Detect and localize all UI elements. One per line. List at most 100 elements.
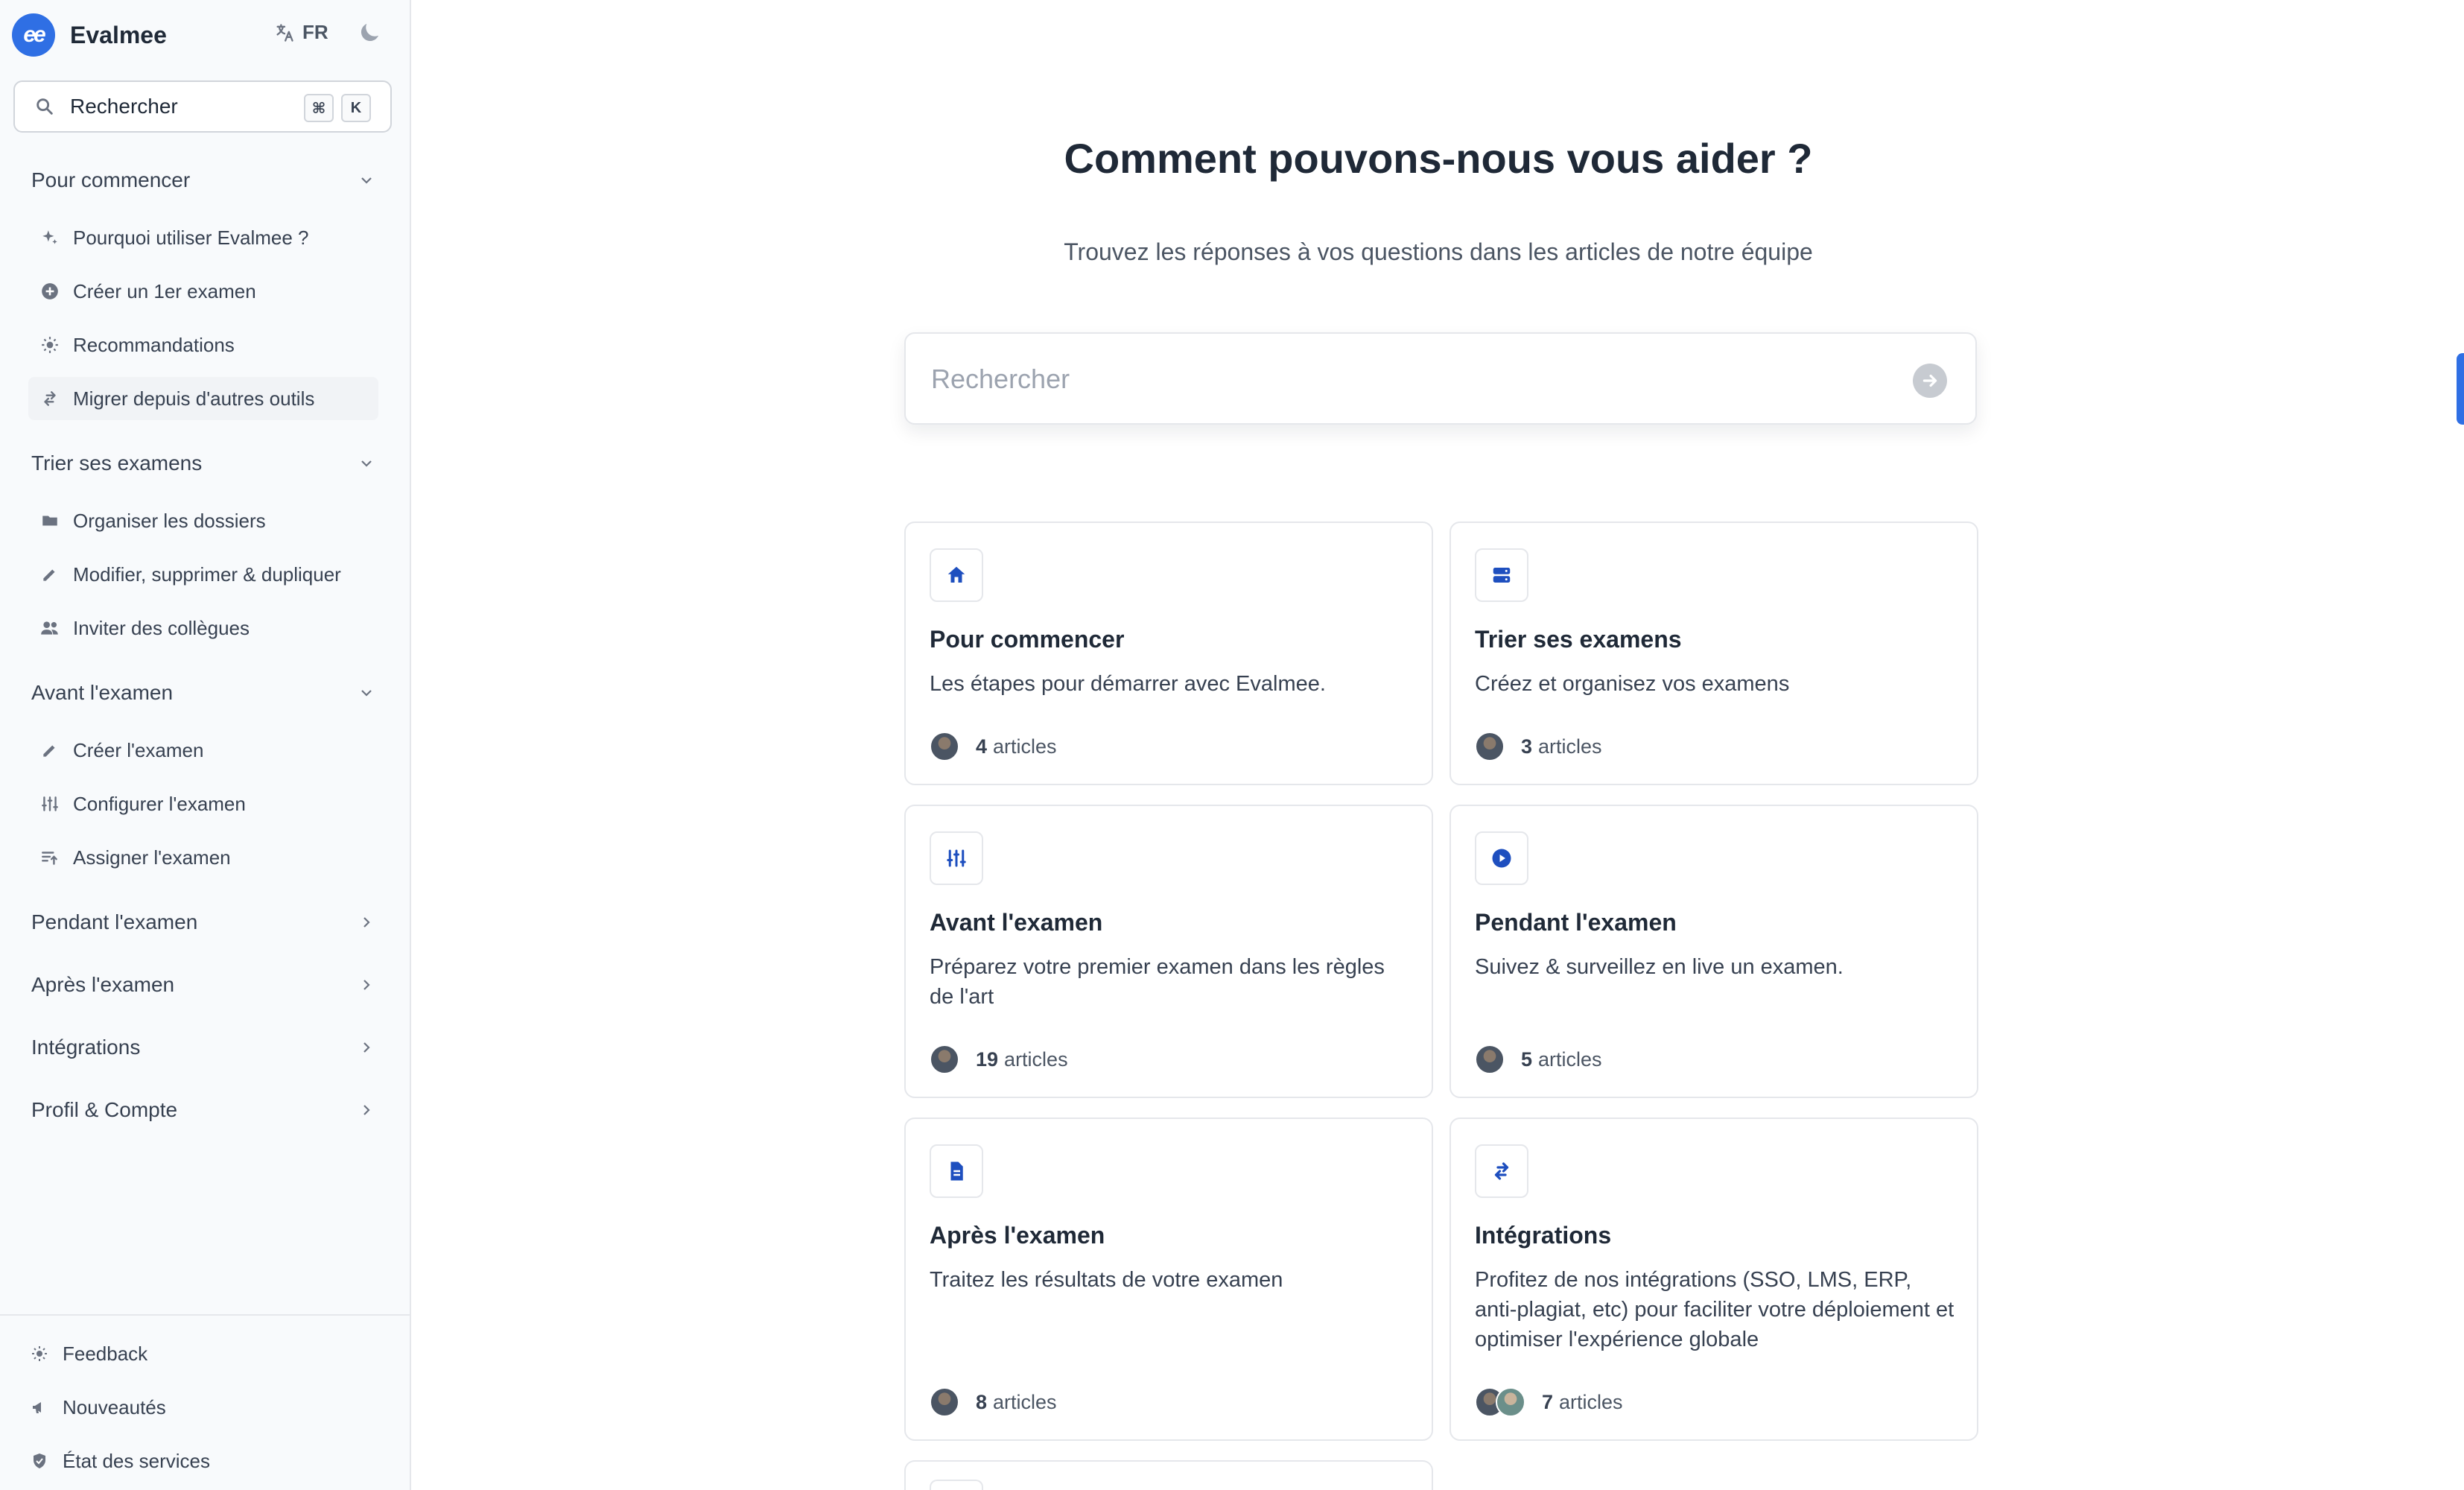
- nav-section-trier[interactable]: Trier ses examens: [31, 451, 375, 475]
- nav-section-pour-commencer[interactable]: Pour commencer: [31, 168, 375, 192]
- card-footer: 4 articles: [930, 732, 1057, 761]
- sidebar-search[interactable]: Rechercher ⌘ K: [13, 80, 392, 133]
- status-label: État des services: [63, 1449, 210, 1472]
- nav-section-avant[interactable]: Avant l'examen: [31, 681, 375, 705]
- category-card-integrations[interactable]: Intégrations Profitez de nos intégration…: [1449, 1118, 1978, 1441]
- chevron-right-icon: [363, 980, 370, 990]
- nav-item-recommandations[interactable]: Recommandations: [28, 323, 378, 367]
- nav-section-label: Profil & Compte: [31, 1098, 178, 1121]
- nav-item-inviter[interactable]: Inviter des collègues: [28, 606, 378, 650]
- main-content: Comment pouvons-nous vous aider ? Trouve…: [413, 0, 2464, 1490]
- nav-section-apres[interactable]: Après l'examen: [31, 973, 375, 997]
- pencil-icon: [39, 741, 61, 760]
- category-card-avant[interactable]: Avant l'examen Préparez votre premier ex…: [904, 805, 1433, 1098]
- category-card-pour-commencer[interactable]: Pour commencer Les étapes pour démarrer …: [904, 522, 1433, 785]
- card-title: Pendant l'examen: [1475, 909, 1677, 936]
- article-count-label: articles: [993, 735, 1057, 758]
- main-search-input[interactable]: Rechercher: [904, 332, 1977, 425]
- avatar: [1475, 1044, 1505, 1074]
- sidebar-footer: Feedback Nouveautés État des services: [0, 1314, 411, 1490]
- feedback-label: Feedback: [63, 1342, 148, 1365]
- nav-item-label: Recommandations: [73, 333, 235, 356]
- feedback-link[interactable]: Feedback: [28, 1335, 147, 1372]
- kbd-k: K: [341, 94, 371, 122]
- article-count: 19: [976, 1047, 999, 1071]
- nav-item-label: Assigner l'examen: [73, 846, 231, 869]
- brand[interactable]: ee Evalmee: [12, 12, 167, 58]
- megaphone-icon: [28, 1398, 51, 1416]
- card-title: Trier ses examens: [1475, 626, 1682, 653]
- nav-item-label: Configurer l'examen: [73, 792, 246, 815]
- theme-toggle[interactable]: [356, 19, 383, 50]
- nav-item-label: Créer un 1er examen: [73, 279, 256, 302]
- main-search-placeholder: Rechercher: [931, 364, 1070, 394]
- moon-icon: [361, 24, 378, 42]
- nav-item-organiser[interactable]: Organiser les dossiers: [28, 499, 378, 542]
- nav-section-profil[interactable]: Profil & Compte: [31, 1098, 375, 1122]
- article-count-label: articles: [1538, 735, 1602, 758]
- lightbulb-icon: [39, 335, 61, 355]
- news-label: Nouveautés: [63, 1395, 166, 1418]
- category-card-apres[interactable]: Après l'examen Traitez les résultats de …: [904, 1118, 1433, 1441]
- nav-section-label: Trier ses examens: [31, 451, 203, 475]
- nav-item-creer-examen[interactable]: Créer l'examen: [28, 729, 378, 772]
- avatar: [930, 732, 959, 761]
- nav-item-migrer[interactable]: Migrer depuis d'autres outils: [28, 377, 378, 420]
- article-count-label: articles: [1538, 1047, 1602, 1071]
- article-count: 7: [1542, 1390, 1554, 1413]
- chevron-right-icon: [363, 1042, 370, 1053]
- nav-item-creer-1er[interactable]: Créer un 1er examen: [28, 270, 378, 313]
- lightbulb-icon: [28, 1345, 51, 1363]
- swap-icon: [39, 389, 61, 408]
- sidebar: ee Evalmee FR Rechercher ⌘ K Pour commen…: [0, 0, 411, 1490]
- article-count-label: articles: [1004, 1047, 1068, 1071]
- card-title: Après l'examen: [930, 1222, 1105, 1249]
- chevron-down-icon: [361, 690, 372, 697]
- category-card-trier[interactable]: Trier ses examens Créez et organisez vos…: [1449, 522, 1978, 785]
- scroll-indicator[interactable]: [2457, 353, 2464, 425]
- search-icon: [36, 98, 53, 115]
- article-count: 8: [976, 1390, 988, 1413]
- evalmee-logo: ee: [12, 13, 55, 57]
- status-link[interactable]: État des services: [28, 1442, 210, 1480]
- swap-icon: [1475, 1144, 1528, 1198]
- category-card-pendant[interactable]: Pendant l'examen Suivez & surveillez en …: [1449, 805, 1978, 1098]
- folder-icon: [39, 511, 61, 530]
- news-link[interactable]: Nouveautés: [28, 1389, 166, 1426]
- sliders-icon: [39, 794, 61, 814]
- nav-item-pourquoi[interactable]: Pourquoi utiliser Evalmee ?: [28, 216, 378, 259]
- arrow-right-icon[interactable]: [1913, 364, 1947, 398]
- chevron-right-icon: [363, 917, 370, 928]
- nav-item-label: Migrer depuis d'autres outils: [73, 387, 315, 410]
- avatar: [930, 1044, 959, 1074]
- nav-item-label: Créer l'examen: [73, 738, 204, 761]
- language-code: FR: [302, 21, 328, 43]
- card-icon-box: [930, 1480, 983, 1490]
- chevron-down-icon: [361, 177, 372, 184]
- nav-item-assigner[interactable]: Assigner l'examen: [28, 836, 378, 879]
- nav-item-modifier[interactable]: Modifier, supprimer & dupliquer: [28, 553, 378, 596]
- nav-section-pendant[interactable]: Pendant l'examen: [31, 910, 375, 934]
- chevron-right-icon: [363, 1105, 370, 1115]
- sidebar-search-placeholder: Rechercher: [70, 95, 178, 118]
- card-footer: 8 articles: [930, 1387, 1057, 1417]
- article-count: 3: [1521, 735, 1533, 758]
- home-icon: [930, 548, 983, 602]
- article-count: 4: [976, 735, 988, 758]
- nav-item-configurer[interactable]: Configurer l'examen: [28, 782, 378, 825]
- card-footer: 19 articles: [930, 1044, 1068, 1074]
- category-card-partial[interactable]: [904, 1460, 1433, 1490]
- card-description: Les étapes pour démarrer avec Evalmee.: [930, 672, 1326, 696]
- shield-check-icon: [28, 1452, 51, 1470]
- language-switcher[interactable]: FR: [274, 21, 328, 44]
- nav-section-integrations[interactable]: Intégrations: [31, 1036, 375, 1059]
- article-count-label: articles: [1559, 1390, 1623, 1413]
- card-description: Préparez votre premier examen dans les r…: [930, 955, 1385, 1009]
- kbd-cmd: ⌘: [304, 94, 334, 122]
- nav-item-label: Organiser les dossiers: [73, 509, 266, 532]
- nav-item-label: Pourquoi utiliser Evalmee ?: [73, 226, 309, 249]
- page-title: Comment pouvons-nous vous aider ?: [1064, 135, 1813, 182]
- brand-name: Evalmee: [70, 21, 167, 48]
- card-title: Pour commencer: [930, 626, 1125, 653]
- card-description: Créez et organisez vos examens: [1475, 672, 1790, 696]
